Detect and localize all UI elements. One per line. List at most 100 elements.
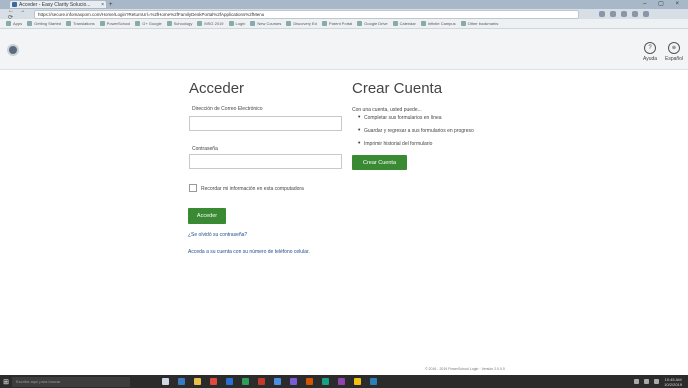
word-icon[interactable]: [226, 378, 233, 385]
app-icon[interactable]: [370, 378, 377, 385]
bookmark-icon: [286, 21, 292, 26]
bookmark-label: Getting Started: [34, 21, 62, 26]
system-tray: 10:45 AM 10/2/2019: [634, 377, 682, 387]
app-header: ? Ayuda ⊕ Español: [0, 29, 688, 70]
address-bar[interactable]: https://secure.infomaxpom.com/Home/Login…: [34, 9, 579, 19]
email-label: Dirección de Correo Electrónico: [192, 106, 263, 112]
create-account-button[interactable]: Crear Cuenta: [352, 155, 407, 170]
chrome-icon[interactable]: [210, 378, 217, 385]
bookmark-label: G+ Google: [142, 21, 162, 26]
bookmark-item[interactable]: Discovery Ed: [286, 21, 317, 26]
taskbar-search-input[interactable]: Escriba aquí para buscar: [12, 376, 130, 387]
app-icon[interactable]: [338, 378, 345, 385]
edge-icon[interactable]: [178, 378, 185, 385]
window-controls[interactable]: – ▢ ×: [643, 0, 684, 7]
bookmark-icon: [197, 21, 203, 26]
footer-text: © 2016 - 2019 PowerSchool Login · Versió…: [425, 367, 505, 371]
login-title: Acceder: [189, 80, 245, 97]
password-field[interactable]: [189, 154, 342, 169]
bookmark-label: Apps: [13, 21, 23, 26]
menu-icon[interactable]: [643, 11, 649, 17]
bookmark-item[interactable]: MSG 2019: [197, 21, 224, 26]
main-content: Acceder Dirección de Correo Electrónico …: [0, 70, 688, 375]
star-icon[interactable]: [599, 11, 605, 17]
bookmark-item[interactable]: Parent Portal: [321, 21, 353, 26]
profile-icon[interactable]: [632, 11, 638, 17]
bookmark-item[interactable]: Translations: [66, 21, 95, 26]
forgot-password-link[interactable]: ¿Se olvidó su contraseña?: [188, 232, 247, 238]
bookmark-label: New Courses: [257, 21, 282, 26]
browser-extension-icons: [599, 11, 649, 17]
bookmark-item[interactable]: Apps: [6, 21, 22, 26]
help-button[interactable]: ? Ayuda: [643, 42, 657, 62]
browser-toolbar: ← → ⟳ https://secure.infomaxpom.com/Home…: [0, 8, 688, 21]
phone-login-link[interactable]: Acceda a su cuenta con su número de telé…: [188, 249, 310, 255]
bookmark-item[interactable]: Login: [228, 21, 245, 26]
email-field[interactable]: [189, 116, 342, 131]
help-icon: ?: [644, 42, 657, 54]
bookmark-item[interactable]: Google Drive: [357, 21, 388, 26]
list-item: Imprimir historial del formulario: [358, 140, 474, 147]
file-explorer-icon[interactable]: [194, 378, 201, 385]
bookmark-item[interactable]: PowerSchool: [99, 21, 131, 26]
bookmark-item[interactable]: G+ Google: [135, 21, 162, 26]
bookmark-icon: [392, 21, 398, 26]
bookmark-item[interactable]: Other bookmarks: [460, 21, 499, 26]
bookmark-label: Infinite Campus: [427, 21, 456, 26]
bookmark-item[interactable]: Getting Started: [27, 21, 61, 26]
battery-icon[interactable]: [654, 379, 660, 384]
list-item: Guardar y regresar a sus formularios en …: [358, 127, 474, 134]
bookmark-icon: [27, 21, 33, 26]
powerpoint-icon[interactable]: [258, 378, 265, 385]
volume-icon[interactable]: [644, 379, 650, 384]
remember-checkbox[interactable]: [189, 184, 197, 192]
outlook-icon[interactable]: [274, 378, 281, 385]
bookmark-label: Discovery Ed: [293, 21, 317, 26]
language-label: Español: [665, 56, 684, 62]
os-taskbar: ⊞ Escriba aquí para buscar 10:45 AM 10/2…: [0, 375, 688, 388]
list-item: Completar sus formularios en línea: [358, 114, 474, 121]
tab-close-icon[interactable]: ×: [101, 2, 104, 8]
taskbar-apps: [162, 378, 377, 385]
bookmark-item[interactable]: New Courses: [250, 21, 281, 26]
bookmark-label: Calendar: [399, 21, 416, 26]
app-icon[interactable]: [354, 378, 361, 385]
app-icon[interactable]: [322, 378, 329, 385]
bookmark-item[interactable]: Calendar: [392, 21, 416, 26]
logo-icon[interactable]: [7, 44, 19, 56]
bookmark-label: Parent Portal: [328, 21, 353, 26]
url-text: https://secure.infomaxpom.com/Home/Login…: [38, 11, 265, 17]
bookmark-label: PowerSchool: [106, 21, 131, 26]
bookmark-icon: [250, 21, 256, 26]
remember-label: Recordar mi información en esta computad…: [201, 186, 304, 192]
bookmark-item[interactable]: Infinite Campus: [420, 21, 456, 26]
bookmark-icon: [135, 21, 141, 26]
bookmark-label: Other bookmarks: [467, 21, 499, 26]
extension-icon[interactable]: [621, 11, 627, 17]
bookmark-icon: [357, 21, 363, 26]
app-icon[interactable]: [306, 378, 313, 385]
bookmarks-bar: Apps Getting Started Translations PowerScho…: [0, 19, 688, 29]
language-button[interactable]: ⊕ Español: [665, 42, 683, 62]
login-button[interactable]: Acceder: [188, 208, 226, 224]
browser-title-bar: Acceder - Easy Clarity Solucio... × + – …: [0, 0, 688, 9]
task-view-icon[interactable]: [162, 378, 169, 385]
bookmark-icon: [460, 21, 466, 26]
bookmark-icon: [6, 21, 11, 26]
extension-icon[interactable]: [610, 11, 616, 17]
bookmark-icon: [99, 21, 105, 26]
site-favicon-icon: [12, 2, 17, 7]
clock-date: 10/2/2019: [664, 381, 682, 387]
teams-icon[interactable]: [290, 378, 297, 385]
bookmark-label: Google Drive: [364, 21, 388, 26]
signup-title: Crear Cuenta: [352, 80, 443, 97]
windows-start-icon[interactable]: ⊞: [0, 376, 12, 388]
new-tab-button[interactable]: +: [109, 2, 113, 8]
excel-icon[interactable]: [242, 378, 249, 385]
clock[interactable]: 10:45 AM 10/2/2019: [664, 377, 682, 387]
bookmark-label: Translations: [73, 21, 95, 26]
bookmark-item[interactable]: Schoology: [166, 21, 192, 26]
clock-time: 10:45 AM: [664, 376, 682, 382]
network-icon[interactable]: [634, 379, 640, 384]
bookmark-icon: [166, 21, 172, 26]
